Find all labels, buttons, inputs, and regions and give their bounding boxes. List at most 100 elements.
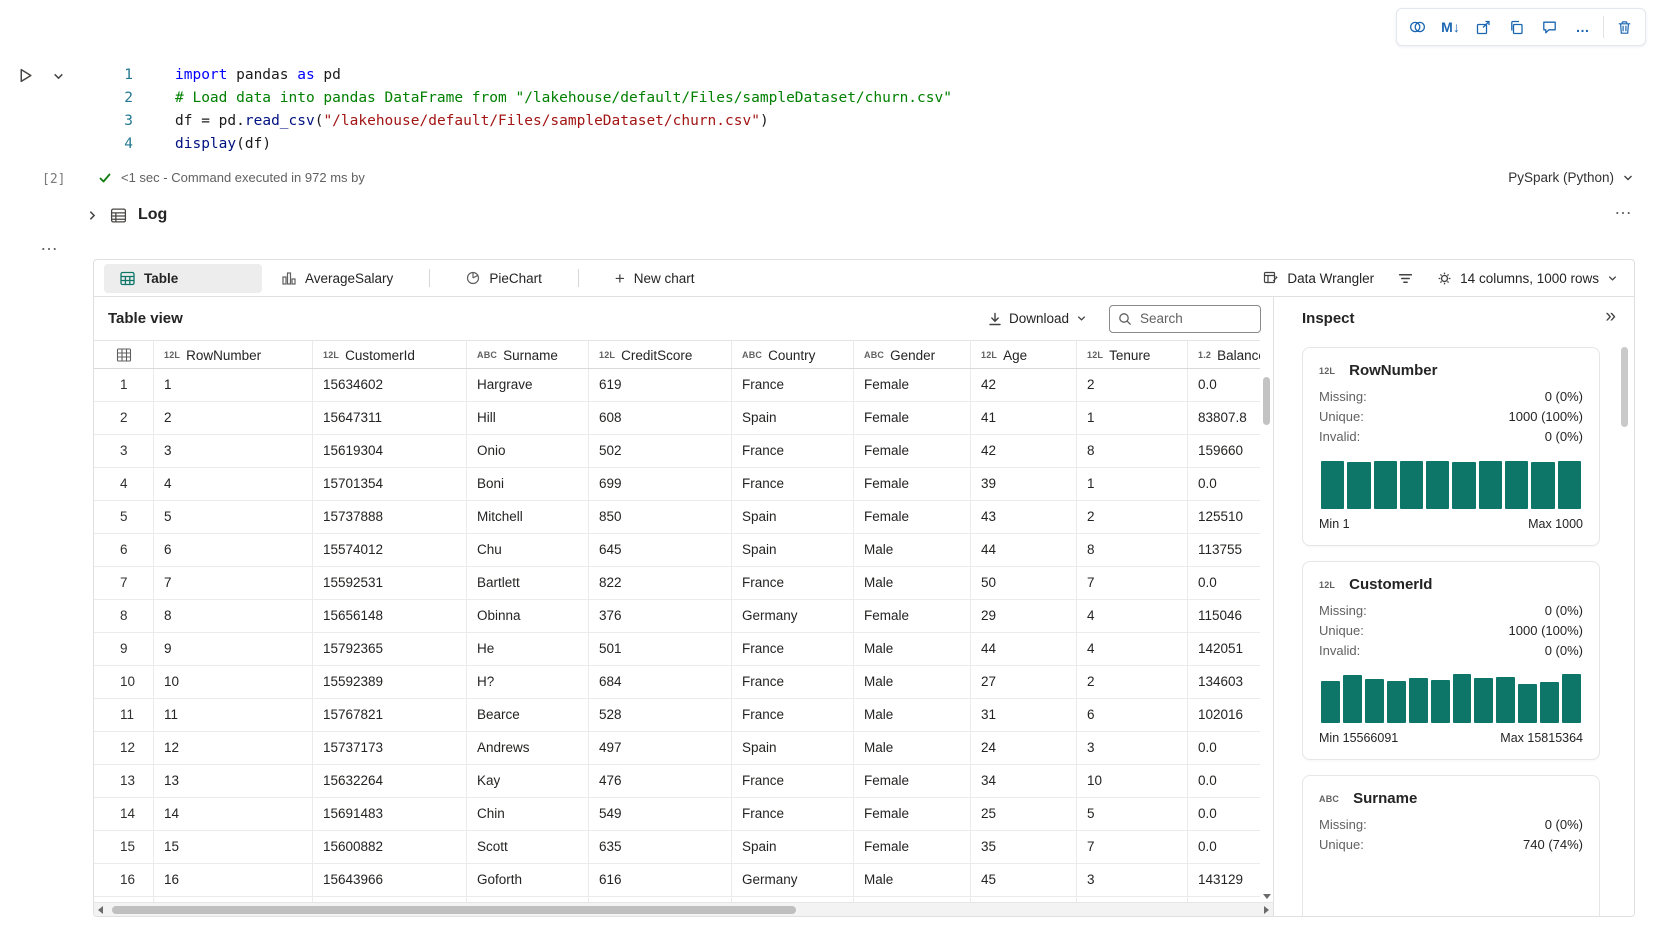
cell-age: 24: [971, 732, 1077, 764]
cell-tenure: 10: [1077, 765, 1188, 797]
cell-gender: Male: [854, 633, 971, 665]
cell-tenure: 3: [1077, 864, 1188, 896]
collapse-cell-chevron[interactable]: [48, 66, 68, 86]
table-row[interactable]: 3 3 15619304 Onio 502 France Female 42 8…: [94, 435, 1260, 468]
log-more-options[interactable]: …: [1614, 198, 1634, 219]
table-row[interactable]: 1 1 15634602 Hargrave 619 France Female …: [94, 369, 1260, 402]
cell-creditscore: 528: [589, 699, 732, 731]
table-row[interactable]: 2 2 15647311 Hill 608 Spain Female 41 1 …: [94, 402, 1260, 435]
move-cell-icon[interactable]: [1468, 12, 1499, 42]
more-options-icon[interactable]: …: [1567, 12, 1598, 42]
cell-age: 34: [971, 765, 1077, 797]
table-row[interactable]: 14 14 15691483 Chin 549 France Female 25…: [94, 798, 1260, 831]
execution-count: [2]: [42, 172, 65, 187]
column-header[interactable]: ABC Gender: [854, 341, 971, 369]
filter-button[interactable]: [1398, 271, 1413, 286]
data-wrangler-button[interactable]: Data Wrangler: [1263, 270, 1374, 286]
cell-options-ellipsis[interactable]: …: [40, 234, 59, 255]
tab-pie-chart[interactable]: PieChart: [450, 264, 558, 293]
download-icon: [988, 312, 1002, 326]
cell-customerid: 15632264: [313, 765, 467, 797]
table-row[interactable]: 10 10 15592389 H? 684 France Male 27 2 1…: [94, 666, 1260, 699]
column-header[interactable]: ABC Country: [732, 341, 854, 369]
column-header[interactable]: 12L CustomerId: [313, 341, 467, 369]
cell-gender: Female: [854, 501, 971, 533]
code-line[interactable]: 1 import pandas as pd: [93, 64, 1540, 87]
inspect-panel: Inspect » 12L RowNumber Missing: 0 (0%): [1273, 297, 1634, 916]
cell-balance: 143129: [1188, 864, 1260, 896]
code-line[interactable]: 4 display(df): [93, 133, 1540, 156]
column-header[interactable]: 12L CreditScore: [589, 341, 732, 369]
code-editor[interactable]: 1 import pandas as pd 2 # Load data into…: [93, 64, 1540, 156]
line-number: 3: [93, 110, 133, 133]
chevron-down-icon: [1622, 172, 1634, 184]
cell-country: Germany: [732, 864, 854, 896]
stat-label: Missing:: [1319, 815, 1367, 835]
table-row[interactable]: 15 15 15600882 Scott 635 Spain Female 35…: [94, 831, 1260, 864]
horizontal-scrollbar-thumb[interactable]: [112, 906, 796, 914]
cell-creditscore: 476: [589, 765, 732, 797]
markdown-icon[interactable]: M↓: [1435, 12, 1466, 42]
row-index: 2: [94, 402, 154, 434]
scroll-left-arrow[interactable]: [98, 906, 103, 914]
cell-gender: Male: [854, 732, 971, 764]
tab-new-chart[interactable]: + New chart: [599, 264, 711, 293]
column-header[interactable]: ABC Surname: [467, 341, 589, 369]
stat-value: 1000 (100%): [1509, 407, 1583, 427]
cell-country: France: [732, 798, 854, 830]
table-row[interactable]: 8 8 15656148 Obinna 376 Germany Female 2…: [94, 600, 1260, 633]
collapse-panel-icon[interactable]: »: [1605, 306, 1616, 328]
column-label: Country: [768, 348, 815, 363]
cell-balance: 0.0: [1188, 798, 1260, 830]
cell-age: 31: [971, 699, 1077, 731]
table-corner-cell[interactable]: [94, 341, 154, 369]
table-row[interactable]: 4 4 15701354 Boni 699 France Female 39 1…: [94, 468, 1260, 501]
column-header[interactable]: 1.2 Balance: [1188, 341, 1260, 369]
cell-balance: 115046: [1188, 600, 1260, 632]
table-row[interactable]: 7 7 15592531 Bartlett 822 France Male 50…: [94, 567, 1260, 600]
table-row[interactable]: 13 13 15632264 Kay 476 France Female 34 …: [94, 765, 1260, 798]
cell-country: France: [732, 435, 854, 467]
code-line[interactable]: 2 # Load data into pandas DataFrame from…: [93, 87, 1540, 110]
cell-gender: Male: [854, 699, 971, 731]
vertical-scrollbar-thumb[interactable]: [1263, 377, 1270, 425]
row-index: 8: [94, 600, 154, 632]
scroll-down-arrow[interactable]: [1263, 894, 1271, 899]
column-header[interactable]: 12L RowNumber: [154, 341, 313, 369]
column-header[interactable]: 12L Age: [971, 341, 1077, 369]
code-line[interactable]: 3 df = pd.read_csv("/lakehouse/default/F…: [93, 110, 1540, 133]
inspect-scrollbar-thumb[interactable]: [1621, 347, 1628, 427]
run-cell-button[interactable]: [12, 62, 38, 88]
kernel-selector[interactable]: PySpark (Python): [1508, 170, 1634, 185]
code-token: df: [245, 136, 262, 152]
scroll-right-arrow[interactable]: [1264, 906, 1269, 914]
cell-country: Spain: [732, 831, 854, 863]
cell-surname: Goforth: [467, 864, 589, 896]
download-button[interactable]: Download: [988, 311, 1087, 326]
table-row[interactable]: 16 16 15643966 Goforth 616 Germany Male …: [94, 864, 1260, 897]
column-header[interactable]: 12L Tenure: [1077, 341, 1188, 369]
cell-country: France: [732, 699, 854, 731]
delete-cell-icon[interactable]: [1609, 12, 1640, 42]
table-row[interactable]: 5 5 15737888 Mitchell 850 Spain Female 4…: [94, 501, 1260, 534]
log-section-header[interactable]: Log: [86, 206, 167, 224]
tab-average-salary[interactable]: AverageSalary: [266, 264, 409, 293]
card-title: ABC Surname: [1319, 790, 1583, 807]
table-row[interactable]: 11 11 15767821 Bearce 528 France Male 31…: [94, 699, 1260, 732]
table-row[interactable]: 9 9 15792365 He 501 France Male 44 4 142…: [94, 633, 1260, 666]
columns-rows-summary[interactable]: 14 columns, 1000 rows: [1437, 271, 1618, 286]
histogram-bar: [1518, 684, 1537, 724]
copilot-icon[interactable]: [1402, 12, 1433, 42]
cell-customerid: 15592389: [313, 666, 467, 698]
column-type-icon: 1.2: [1198, 350, 1211, 360]
comment-icon[interactable]: [1534, 12, 1565, 42]
stat-row: Missing: 0 (0%): [1319, 601, 1583, 621]
cell-customerid: 15574012: [313, 534, 467, 566]
cell-surname: Mitchell: [467, 501, 589, 533]
tab-table[interactable]: Table: [104, 264, 262, 293]
table-row[interactable]: 12 12 15737173 Andrews 497 Spain Male 24…: [94, 732, 1260, 765]
column-type-icon: 12L: [1087, 350, 1103, 360]
cell-tenure: 1: [1077, 468, 1188, 500]
table-row[interactable]: 6 6 15574012 Chu 645 Spain Male 44 8 113…: [94, 534, 1260, 567]
copy-cell-icon[interactable]: [1501, 12, 1532, 42]
